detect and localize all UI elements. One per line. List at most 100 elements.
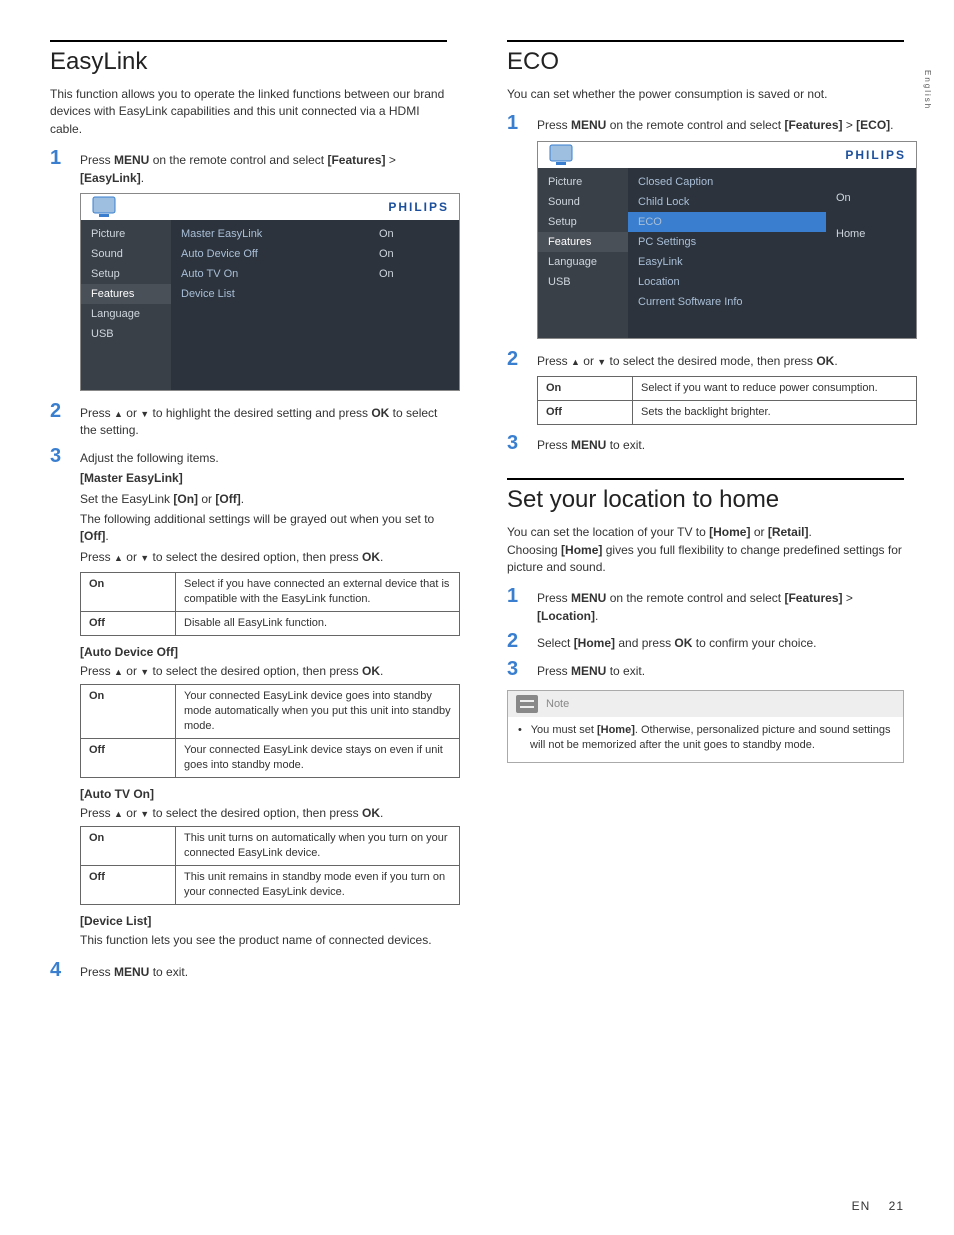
osd-value	[369, 284, 459, 292]
option-desc: This unit remains in standby mode even i…	[176, 866, 460, 905]
table-row: OnThis unit turns on automatically when …	[81, 827, 460, 866]
text: on the remote control and select	[606, 118, 784, 132]
text: Press	[80, 664, 114, 678]
menu-path: [ECO]	[856, 118, 890, 132]
eco-step-3: 3 Press MENU to exit.	[507, 433, 904, 454]
text: on the remote control and select	[149, 153, 327, 167]
table-row: OffYour connected EasyLink device stays …	[81, 738, 460, 777]
down-arrow-icon	[140, 550, 149, 564]
device-list-text: This function lets you see the product n…	[80, 932, 447, 949]
ok-key: OK	[362, 664, 380, 678]
brand-logo: PHILIPS	[388, 200, 449, 214]
text: Select	[537, 636, 574, 650]
easylink-step-2: 2 Press or to highlight the desired sett…	[50, 401, 447, 440]
page-columns: EasyLink This function allows you to ope…	[50, 40, 904, 987]
option-desc: Select if you have connected an external…	[176, 573, 460, 612]
osd-mid-col: Closed Caption Child Lock ECO PC Setting…	[628, 168, 826, 338]
text: .	[809, 525, 812, 539]
osd-item: Master EasyLink	[171, 224, 369, 244]
text: or	[123, 664, 140, 678]
easylink-step-1: 1 Press MENU on the remote control and s…	[50, 148, 447, 187]
osd-right-col: On On On	[369, 220, 459, 390]
eco-step-1: 1 Press MENU on the remote control and s…	[507, 113, 904, 134]
option-desc: Disable all EasyLink function.	[176, 611, 460, 635]
text: .	[595, 609, 598, 623]
option-desc: Your connected EasyLink device stays on …	[176, 738, 460, 777]
text: >	[842, 591, 852, 605]
osd-item: Sound	[81, 244, 171, 264]
option-retail: [Retail]	[768, 525, 809, 539]
option-on: On	[81, 827, 176, 866]
auto-device-off-heading: [Auto Device Off]	[80, 645, 178, 659]
down-arrow-icon	[140, 806, 149, 820]
ok-key: OK	[371, 406, 389, 420]
osd-item: Child Lock	[628, 192, 826, 212]
note-icon	[516, 695, 538, 713]
option-home: [Home]	[597, 724, 635, 736]
step-number: 1	[50, 148, 68, 168]
osd-value: On	[826, 188, 916, 208]
osd-value	[826, 216, 916, 224]
ok-key: OK	[362, 550, 380, 564]
text: You can set the location of your TV to	[507, 525, 709, 539]
text: Press	[537, 664, 571, 678]
osd-value: Home	[826, 224, 916, 244]
text: to exit.	[606, 438, 645, 452]
text: You must set	[531, 724, 597, 736]
option-off: Off	[538, 401, 633, 425]
menu-path: [Features]	[784, 591, 842, 605]
up-arrow-icon	[571, 354, 580, 368]
master-easylink-heading: [Master EasyLink]	[80, 471, 183, 485]
page-footer: EN 21	[852, 1199, 904, 1213]
device-list-heading: [Device List]	[80, 914, 151, 928]
option-off: [Off]	[80, 529, 105, 543]
text: Press	[537, 591, 571, 605]
option-off: Off	[81, 611, 176, 635]
step-number: 2	[50, 401, 68, 421]
brand-logo: PHILIPS	[845, 148, 906, 162]
text: .	[141, 171, 144, 185]
up-arrow-icon	[114, 406, 123, 420]
text: or	[123, 406, 140, 420]
tv-icon	[548, 144, 580, 166]
footer-lang: EN	[852, 1199, 871, 1213]
loc-step-2: 2 Select [Home] and press OK to confirm …	[507, 631, 904, 652]
text: to select the desired mode, then press	[606, 354, 816, 368]
menu-path: [EasyLink]	[80, 171, 141, 185]
loc-step-3: 3 Press MENU to exit.	[507, 659, 904, 680]
option-desc: Sets the backlight brighter.	[633, 401, 917, 425]
table-row: OnSelect if you have connected an extern…	[81, 573, 460, 612]
table-row: OnSelect if you want to reduce power con…	[538, 377, 917, 401]
note-header: Note	[508, 691, 903, 717]
text: Press	[80, 153, 114, 167]
osd-item: Device List	[171, 284, 369, 304]
osd-item: Language	[538, 252, 628, 272]
text: or	[750, 525, 767, 539]
text: or	[123, 806, 140, 820]
right-column: ECO You can set whether the power consum…	[507, 40, 904, 987]
text: .	[105, 529, 108, 543]
text: Press	[80, 965, 114, 979]
osd-item-highlight: ECO	[628, 212, 826, 232]
easylink-osd: PHILIPS Picture Sound Setup Features Lan…	[80, 193, 460, 391]
menu-key: MENU	[571, 438, 606, 452]
text: on the remote control and select	[606, 591, 784, 605]
osd-item: Location	[628, 272, 826, 292]
menu-key: MENU	[114, 153, 149, 167]
text: or	[580, 354, 597, 368]
table-row: OffThis unit remains in standby mode eve…	[81, 866, 460, 905]
up-arrow-icon	[114, 664, 123, 678]
osd-item: Current Software Info	[628, 292, 826, 312]
text: >	[385, 153, 395, 167]
step-number: 1	[507, 113, 525, 133]
step-number: 3	[507, 659, 525, 679]
left-column: EasyLink This function allows you to ope…	[50, 40, 447, 987]
text: Choosing	[507, 543, 561, 557]
osd-value	[826, 172, 916, 180]
location-intro: You can set the location of your TV to […	[507, 524, 904, 576]
table-row: OffSets the backlight brighter.	[538, 401, 917, 425]
menu-key: MENU	[571, 591, 606, 605]
osd-item: Setup	[538, 212, 628, 232]
note-label: Note	[546, 698, 569, 710]
note-body: You must set [Home]. Otherwise, personal…	[508, 717, 903, 762]
